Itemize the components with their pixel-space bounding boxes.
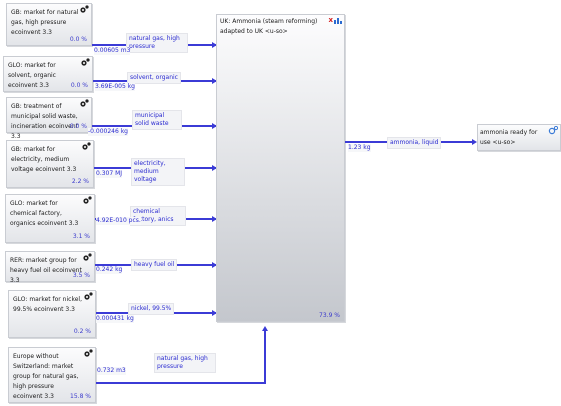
source-process-title: RER: market group for heavy fuel oil eco… — [10, 257, 82, 284]
flow-connector — [96, 382, 266, 384]
source-process-box[interactable]: GLO: market for chemical factory, organi… — [5, 194, 95, 243]
source-process-percent: 0.0 % — [70, 82, 88, 89]
main-process-box[interactable]: UK: Ammonia (steam reforming) adapted to… — [216, 14, 345, 322]
source-process-percent: 3.1 % — [72, 233, 90, 240]
source-process-box[interactable]: GB: market for electricity, medium volta… — [6, 140, 94, 188]
gears-icon — [80, 5, 89, 13]
gears-icon — [548, 126, 558, 135]
gears-icon — [83, 253, 92, 261]
gears-icon — [81, 58, 90, 66]
product-title: ammonia ready for use <u-so> — [480, 129, 538, 146]
main-process-title: UK: Ammonia (steam reforming) adapted to… — [220, 18, 318, 35]
source-process-title: GLO: market for chemical factory, organi… — [10, 200, 79, 227]
source-process-percent: 0.2 % — [73, 328, 91, 335]
source-process-title: GLO: market for solvent, organic ecoinve… — [8, 62, 56, 89]
flow-label: solvent, organic — [127, 72, 181, 84]
source-process-title: GB: market for natural gas, high pressur… — [11, 9, 79, 36]
source-process-box[interactable]: GB: market for natural gas, high pressur… — [6, 3, 92, 46]
source-process-box[interactable]: GLO: market for nickel, 99.5% ecoinvent … — [8, 290, 96, 338]
source-process-box[interactable]: GLO: market for solvent, organic ecoinve… — [3, 56, 93, 92]
flow-label: nickel, 99.5% — [128, 303, 175, 315]
flow-label: natural gas, high pressure — [126, 33, 188, 53]
source-process-box[interactable]: Europe without Switzerland: market group… — [8, 347, 96, 403]
flow-amount: 0.307 MJ — [96, 170, 123, 178]
source-process-percent: 0.0 % — [69, 123, 87, 130]
gears-icon — [82, 142, 91, 150]
gears-icon — [80, 99, 89, 107]
main-process-percent: 73.9 % — [319, 312, 340, 319]
flow-label: ammonia, liquid — [387, 137, 442, 149]
flow-amount: 1.23 kg — [348, 144, 371, 152]
source-process-title: GB: treatment of municipal solid waste, … — [11, 103, 79, 140]
source-process-box[interactable]: RER: market group for heavy fuel oil eco… — [5, 251, 95, 284]
flow-label: natural gas, high pressure — [154, 353, 216, 373]
close-icon[interactable]: x — [328, 16, 333, 24]
source-process-title: GLO: market for nickel, 99.5% ecoinvent … — [13, 296, 82, 313]
gears-icon — [84, 292, 93, 300]
gears-icon — [83, 196, 92, 204]
flow-amount: 3.69E-005 kg — [95, 83, 135, 91]
source-process-percent: 0.0 % — [69, 36, 87, 43]
flow-amount: 0.242 kg — [96, 266, 123, 274]
flow-label: electricity, medium voltage — [131, 158, 185, 186]
flow-amount: 0.732 m3 — [97, 367, 126, 375]
source-process-box[interactable]: GB: treatment of municipal solid waste, … — [6, 97, 92, 140]
chart-icon — [334, 18, 342, 24]
source-process-title: GB: market for electricity, medium volta… — [11, 146, 77, 173]
flow-amount: 0.00605 m3 — [94, 47, 131, 55]
source-process-percent: 2.2 % — [71, 178, 89, 185]
flow-label: municipal solid waste — [132, 110, 182, 130]
flow-amount: 4.92E-010 pcs. — [96, 217, 141, 225]
source-process-percent: 3.5 % — [72, 272, 90, 279]
flow-label: heavy fuel oil — [131, 259, 178, 271]
source-process-percent: 15.8 % — [70, 393, 91, 400]
flow-amount: -0.000246 kg — [88, 128, 128, 136]
product-box[interactable]: ammonia ready for use <u-so> — [477, 124, 561, 151]
flow-connector — [264, 330, 266, 384]
flow-amount: 0.000431 kg — [96, 315, 134, 323]
gears-icon — [84, 349, 93, 357]
flow-arrow — [262, 326, 268, 331]
